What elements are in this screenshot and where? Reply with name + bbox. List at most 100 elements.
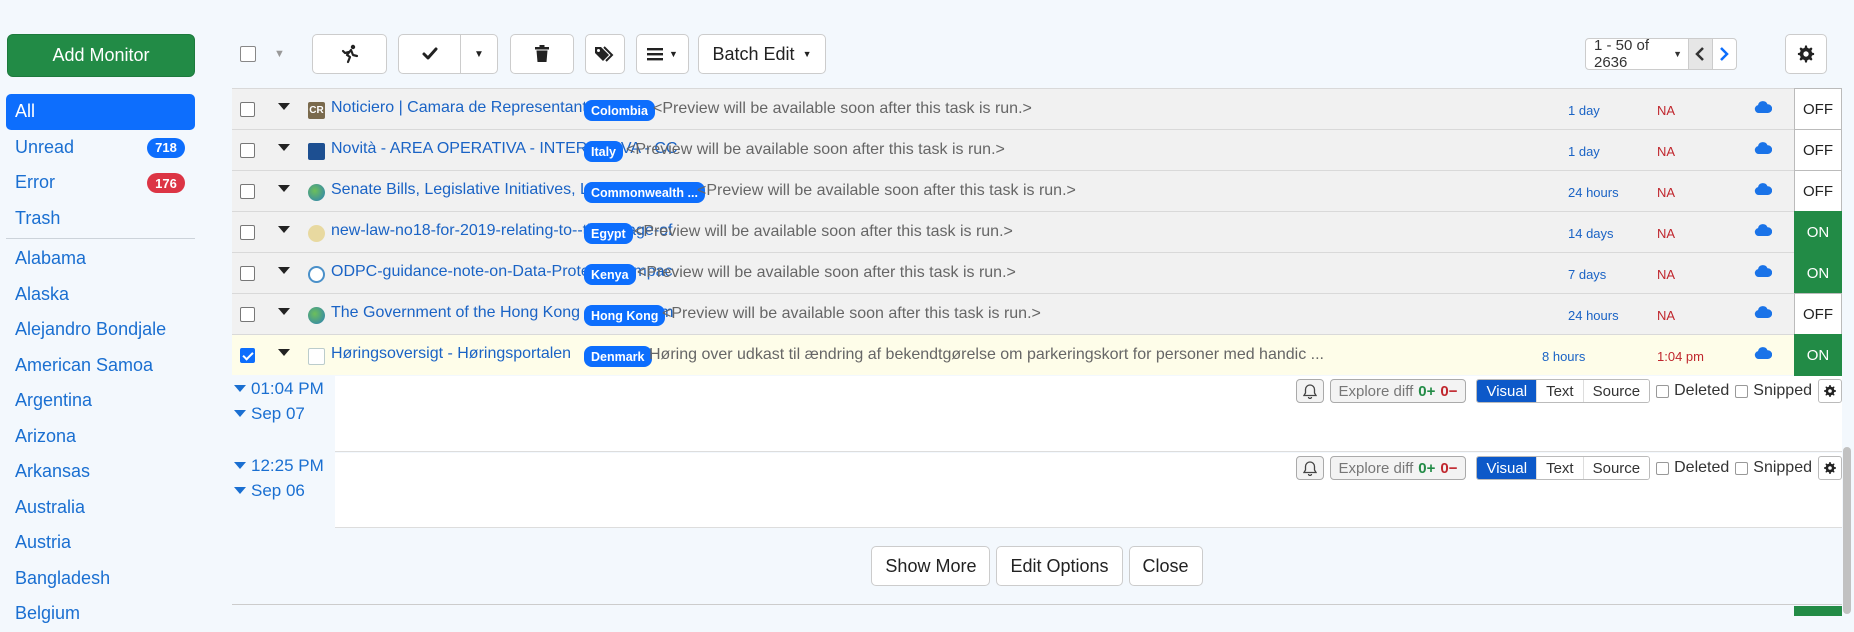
sidebar-folder-label: Bangladesh bbox=[15, 567, 111, 588]
deleted-checkbox[interactable]: Deleted bbox=[1656, 459, 1729, 477]
cloud-icon[interactable] bbox=[1754, 306, 1772, 319]
sidebar-folder-label: Arkansas bbox=[15, 461, 91, 482]
row-checkbox[interactable] bbox=[240, 184, 255, 199]
toggle-off-button[interactable]: OFF bbox=[1794, 293, 1842, 335]
sidebar-folder[interactable]: Alejandro Bondjale bbox=[6, 312, 195, 348]
toggle-off-button[interactable]: OFF bbox=[1794, 170, 1842, 212]
bell-icon[interactable] bbox=[1295, 456, 1324, 480]
cloud-icon[interactable] bbox=[1754, 183, 1772, 196]
sidebar-folder[interactable]: Australia bbox=[6, 490, 195, 526]
mode-visual-button[interactable]: Visual bbox=[1477, 380, 1537, 402]
table-row[interactable]: Senate Bills, Legislative Initiatives, L… bbox=[232, 170, 1842, 212]
snapshot-gear-icon[interactable] bbox=[1818, 379, 1842, 403]
next-row-toggle-on[interactable] bbox=[1794, 606, 1842, 616]
country-tag[interactable]: Commonwealth ... bbox=[584, 182, 705, 203]
snapshot-gear-icon[interactable] bbox=[1818, 456, 1842, 480]
sidebar-folder-label: Argentina bbox=[15, 390, 93, 411]
table-row-selected[interactable]: Høringsoversigt - Høringsportalen Denmar… bbox=[232, 334, 1842, 376]
table-row[interactable]: new-law-no18-for-2019-relating-to--the-u… bbox=[232, 211, 1842, 253]
row-checkbox[interactable] bbox=[240, 307, 255, 322]
unread-count-badge: 718 bbox=[147, 137, 185, 158]
edit-options-button[interactable]: Edit Options bbox=[996, 546, 1123, 586]
list-menu-button[interactable]: ▼ bbox=[636, 34, 689, 74]
scrollbar-thumb[interactable] bbox=[1843, 447, 1851, 614]
cloud-icon[interactable] bbox=[1754, 101, 1772, 114]
cloud-icon[interactable] bbox=[1754, 224, 1772, 237]
snipped-checkbox[interactable]: Snipped bbox=[1735, 382, 1812, 400]
snapshot-time-2[interactable]: 12:25 PM Sep 06 bbox=[232, 453, 335, 503]
sidebar-folder[interactable]: Alaska bbox=[6, 277, 195, 313]
explore-diff-button[interactable]: Explore diff 0+ 0− bbox=[1329, 456, 1467, 480]
snipped-checkbox[interactable]: Snipped bbox=[1735, 459, 1812, 477]
sidebar-folder[interactable]: American Samoa bbox=[6, 348, 195, 384]
row-checkbox[interactable] bbox=[240, 102, 255, 117]
row-checkbox[interactable] bbox=[240, 266, 255, 281]
expand-caret-icon[interactable] bbox=[278, 267, 290, 274]
mode-source-button[interactable]: Source bbox=[1582, 457, 1650, 479]
expand-caret-icon[interactable] bbox=[278, 349, 290, 356]
snipped-label: Snipped bbox=[1753, 459, 1812, 476]
sidebar-item-unread[interactable]: Unread 718 bbox=[6, 130, 195, 166]
deleted-label: Deleted bbox=[1674, 382, 1730, 399]
snapshot-time-1[interactable]: 01:04 PM Sep 07 bbox=[232, 376, 335, 426]
expand-caret-icon[interactable] bbox=[278, 103, 290, 110]
toggle-off-button[interactable]: OFF bbox=[1794, 88, 1842, 130]
bell-icon[interactable] bbox=[1295, 379, 1324, 403]
mode-source-button[interactable]: Source bbox=[1582, 380, 1650, 402]
deleted-checkbox[interactable]: Deleted bbox=[1656, 382, 1729, 400]
settings-button[interactable] bbox=[1785, 34, 1827, 74]
mode-visual-button[interactable]: Visual bbox=[1477, 457, 1537, 479]
country-tag[interactable]: Kenya bbox=[584, 264, 636, 285]
expand-caret-icon[interactable] bbox=[278, 144, 290, 151]
select-all-checkbox[interactable] bbox=[240, 46, 256, 62]
close-button[interactable]: Close bbox=[1128, 546, 1203, 586]
sidebar-folder[interactable]: Austria bbox=[6, 525, 195, 561]
mark-read-button[interactable] bbox=[398, 34, 461, 74]
sidebar-folder[interactable]: Argentina bbox=[6, 383, 195, 419]
country-tag[interactable]: Italy bbox=[584, 141, 624, 162]
toggle-on-button[interactable]: ON bbox=[1794, 252, 1842, 294]
sidebar-folder-label: Arizona bbox=[15, 425, 77, 446]
mark-read-dropdown[interactable]: ▼ bbox=[460, 34, 498, 74]
sidebar-item-all[interactable]: All bbox=[6, 94, 195, 130]
sidebar-item-trash[interactable]: Trash bbox=[6, 201, 195, 237]
row-checkbox[interactable] bbox=[240, 143, 255, 158]
tags-button[interactable] bbox=[585, 34, 625, 74]
cloud-icon[interactable] bbox=[1754, 265, 1772, 278]
sidebar-item-error[interactable]: Error 176 bbox=[6, 165, 195, 201]
country-tag[interactable]: Denmark bbox=[584, 346, 652, 367]
table-row[interactable]: CR Noticiero | Camara de Representantes … bbox=[232, 88, 1842, 130]
run-now-button[interactable] bbox=[312, 34, 387, 74]
expand-caret-icon[interactable] bbox=[278, 185, 290, 192]
cloud-icon[interactable] bbox=[1754, 142, 1772, 155]
expand-caret-icon[interactable] bbox=[278, 226, 290, 233]
table-row[interactable]: ODPC-guidance-note-on-Data-Protection-Im… bbox=[232, 252, 1842, 294]
batch-edit-button[interactable]: Batch Edit ▼ bbox=[698, 34, 826, 74]
delete-button[interactable] bbox=[510, 34, 574, 74]
sidebar-folder[interactable]: Arizona bbox=[6, 419, 195, 455]
row-checkbox[interactable] bbox=[240, 225, 255, 240]
country-tag[interactable]: Hong Kong bbox=[584, 305, 666, 326]
mode-text-button[interactable]: Text bbox=[1536, 380, 1583, 402]
expand-caret-icon[interactable] bbox=[278, 308, 290, 315]
prev-page-button[interactable] bbox=[1689, 39, 1713, 69]
toggle-on-button[interactable]: ON bbox=[1794, 334, 1842, 376]
cloud-icon[interactable] bbox=[1754, 347, 1772, 360]
page-range-dropdown[interactable]: 1 - 50 of 2636 ▼ bbox=[1586, 37, 1690, 71]
country-tag[interactable]: Colombia bbox=[584, 100, 655, 121]
add-monitor-button[interactable]: Add Monitor bbox=[7, 34, 195, 77]
toggle-on-button[interactable]: ON bbox=[1794, 211, 1842, 253]
table-row[interactable]: Novità - AREA OPERATIVA - INTERATTIVA - … bbox=[232, 129, 1842, 171]
country-tag[interactable]: Egypt bbox=[584, 223, 633, 244]
table-row[interactable]: The Government of the Hong Kong Special … bbox=[232, 293, 1842, 335]
sidebar-folder[interactable]: Arkansas bbox=[6, 454, 195, 490]
mode-text-button[interactable]: Text bbox=[1536, 457, 1583, 479]
show-more-button[interactable]: Show More bbox=[871, 546, 991, 586]
sidebar-folder[interactable]: Alabama bbox=[6, 241, 195, 277]
select-menu-caret-icon[interactable]: ▼ bbox=[274, 48, 285, 60]
sidebar-folder[interactable]: Bangladesh bbox=[6, 561, 195, 597]
next-page-button[interactable] bbox=[1713, 39, 1736, 69]
explore-diff-button[interactable]: Explore diff 0+ 0− bbox=[1329, 379, 1467, 403]
row-checkbox[interactable] bbox=[240, 348, 255, 363]
toggle-off-button[interactable]: OFF bbox=[1794, 129, 1842, 171]
